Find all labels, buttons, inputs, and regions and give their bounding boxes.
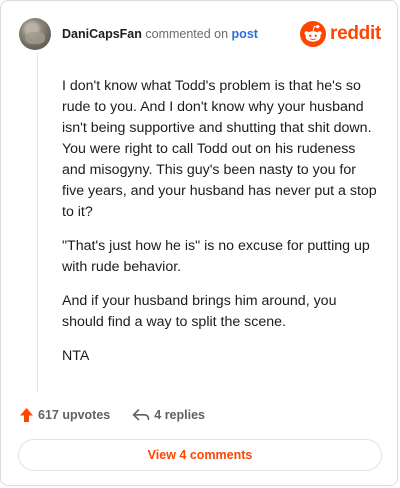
comment-actions: 617 upvotes 4 replies: [19, 405, 205, 425]
comment-paragraph: And if your husband brings him around, y…: [62, 293, 337, 330]
reddit-logo[interactable]: reddit: [300, 21, 381, 47]
comment-meta: DaniCapsFan commented on post: [62, 27, 258, 41]
view-comments-button[interactable]: View 4 comments: [18, 439, 382, 471]
comment-header: DaniCapsFan commented on post reddit: [19, 17, 381, 51]
reply-count: 4 replies: [154, 408, 205, 422]
replies-button[interactable]: 4 replies: [132, 408, 205, 422]
user-avatar[interactable]: [19, 18, 51, 50]
thread-line: [37, 53, 38, 393]
post-link[interactable]: post: [232, 27, 258, 41]
comment-card: DaniCapsFan commented on post reddit I d…: [0, 0, 398, 486]
upvote-arrow-icon: [20, 408, 33, 422]
upvote-button[interactable]: 617 upvotes: [19, 407, 110, 423]
comment-body: I don't know what Todd's problem is that…: [62, 76, 380, 380]
comment-paragraph: I don't know what Todd's problem is that…: [62, 78, 377, 220]
reply-arrow-icon: [132, 409, 150, 421]
upvote-count: 617 upvotes: [38, 408, 111, 422]
reddit-wordmark: reddit: [330, 23, 381, 44]
comment-paragraph: "That's just how he is" is no excuse for…: [62, 238, 370, 275]
username-link[interactable]: DaniCapsFan: [62, 27, 142, 41]
action-text: commented on: [145, 27, 229, 41]
reddit-alien-icon: [300, 21, 327, 47]
comment-paragraph: NTA: [62, 348, 90, 364]
